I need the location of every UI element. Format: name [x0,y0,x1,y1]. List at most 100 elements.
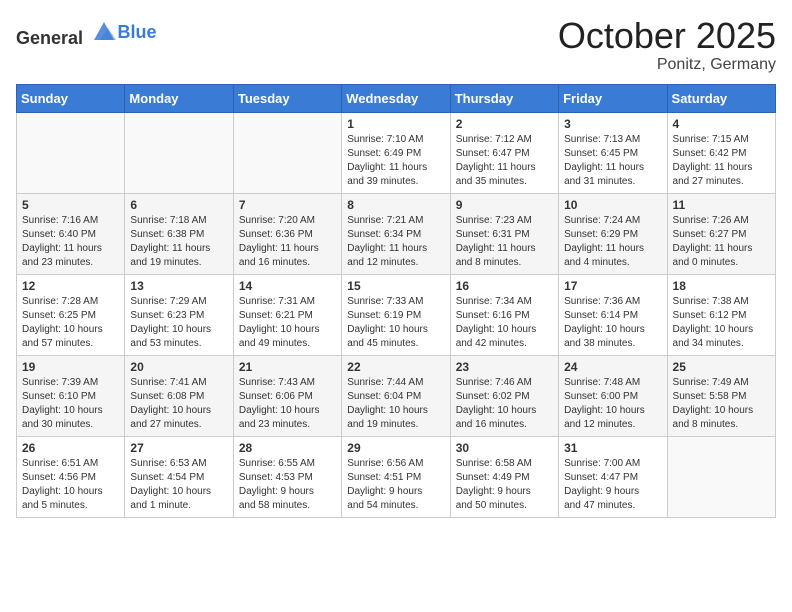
calendar-day-16: 16 Sunrise: 7:34 AM Sunset: 6:16 PM Dayli… [450,274,558,355]
day-number: 27 [130,441,227,455]
calendar-day-23: 23 Sunrise: 7:46 AM Sunset: 6:02 PM Dayli… [450,355,558,436]
day-number: 20 [130,360,227,374]
day-info: Sunrise: 7:36 AM Sunset: 6:14 PM Dayligh… [564,295,661,351]
month-title: October 2025 [558,16,776,56]
calendar-day-5: 5 Sunrise: 7:16 AM Sunset: 6:40 PM Daylig… [17,193,125,274]
logo-general: General [16,28,83,48]
calendar-day-30: 30 Sunrise: 6:58 AM Sunset: 4:49 PM Dayli… [450,436,558,517]
day-number: 7 [239,198,336,212]
weekday-header-wednesday: Wednesday [342,84,450,112]
day-number: 5 [22,198,119,212]
day-number: 17 [564,279,661,293]
calendar-day-24: 24 Sunrise: 7:48 AM Sunset: 6:00 PM Dayli… [559,355,667,436]
day-info: Sunrise: 7:28 AM Sunset: 6:25 PM Dayligh… [22,295,119,351]
calendar-day-11: 11 Sunrise: 7:26 AM Sunset: 6:27 PM Dayli… [667,193,775,274]
calendar-week-row: 12 Sunrise: 7:28 AM Sunset: 6:25 PM Dayli… [17,274,776,355]
weekday-header-row: SundayMondayTuesdayWednesdayThursdayFrid… [17,84,776,112]
calendar-day-10: 10 Sunrise: 7:24 AM Sunset: 6:29 PM Dayli… [559,193,667,274]
calendar-day-17: 17 Sunrise: 7:36 AM Sunset: 6:14 PM Dayli… [559,274,667,355]
day-info: Sunrise: 7:10 AM Sunset: 6:49 PM Dayligh… [347,133,444,189]
weekday-header-monday: Monday [125,84,233,112]
day-info: Sunrise: 6:51 AM Sunset: 4:56 PM Dayligh… [22,457,119,513]
day-info: Sunrise: 7:39 AM Sunset: 6:10 PM Dayligh… [22,376,119,432]
calendar-day-15: 15 Sunrise: 7:33 AM Sunset: 6:19 PM Dayli… [342,274,450,355]
day-info: Sunrise: 7:29 AM Sunset: 6:23 PM Dayligh… [130,295,227,351]
day-info: Sunrise: 7:23 AM Sunset: 6:31 PM Dayligh… [456,214,553,270]
calendar-day-6: 6 Sunrise: 7:18 AM Sunset: 6:38 PM Daylig… [125,193,233,274]
calendar-day-31: 31 Sunrise: 7:00 AM Sunset: 4:47 PM Dayli… [559,436,667,517]
day-number: 24 [564,360,661,374]
day-info: Sunrise: 7:48 AM Sunset: 6:00 PM Dayligh… [564,376,661,432]
day-number: 1 [347,117,444,131]
day-number: 15 [347,279,444,293]
calendar-day-9: 9 Sunrise: 7:23 AM Sunset: 6:31 PM Daylig… [450,193,558,274]
calendar-day-4: 4Sunrise: 7:15 AM Sunset: 6:42 PM Daylig… [667,112,775,193]
day-info: Sunrise: 7:15 AM Sunset: 6:42 PM Dayligh… [673,133,770,189]
day-info: Sunrise: 7:18 AM Sunset: 6:38 PM Dayligh… [130,214,227,270]
calendar-day-27: 27 Sunrise: 6:53 AM Sunset: 4:54 PM Dayli… [125,436,233,517]
day-number: 12 [22,279,119,293]
calendar-day-13: 13Sunrise: 7:29 AM Sunset: 6:23 PM Dayli… [125,274,233,355]
day-info: Sunrise: 7:38 AM Sunset: 6:12 PM Dayligh… [673,295,770,351]
day-info: Sunrise: 7:13 AM Sunset: 6:45 PM Dayligh… [564,133,661,189]
calendar-day-14: 14Sunrise: 7:31 AM Sunset: 6:21 PM Dayli… [233,274,341,355]
day-number: 30 [456,441,553,455]
day-info: Sunrise: 7:00 AM Sunset: 4:47 PM Dayligh… [564,457,661,513]
calendar-day-3: 3 Sunrise: 7:13 AM Sunset: 6:45 PM Daylig… [559,112,667,193]
calendar-empty-cell [233,112,341,193]
calendar-day-18: 18 Sunrise: 7:38 AM Sunset: 6:12 PM Dayli… [667,274,775,355]
day-number: 11 [673,198,770,212]
logo: General Blue [16,16,157,49]
calendar-day-22: 22 Sunrise: 7:44 AM Sunset: 6:04 PM Dayli… [342,355,450,436]
day-info: Sunrise: 7:24 AM Sunset: 6:29 PM Dayligh… [564,214,661,270]
day-number: 21 [239,360,336,374]
day-info: Sunrise: 7:26 AM Sunset: 6:27 PM Dayligh… [673,214,770,270]
day-info: Sunrise: 7:21 AM Sunset: 6:34 PM Dayligh… [347,214,444,270]
day-info: Sunrise: 7:33 AM Sunset: 6:19 PM Dayligh… [347,295,444,351]
day-number: 19 [22,360,119,374]
location-title: Ponitz, Germany [558,56,776,74]
day-info: Sunrise: 7:44 AM Sunset: 6:04 PM Dayligh… [347,376,444,432]
day-number: 25 [673,360,770,374]
calendar-day-28: 28Sunrise: 6:55 AM Sunset: 4:53 PM Dayli… [233,436,341,517]
calendar-day-20: 20 Sunrise: 7:41 AM Sunset: 6:08 PM Dayli… [125,355,233,436]
day-number: 9 [456,198,553,212]
logo-icon [90,16,118,44]
calendar-day-8: 8 Sunrise: 7:21 AM Sunset: 6:34 PM Daylig… [342,193,450,274]
day-number: 29 [347,441,444,455]
day-info: Sunrise: 7:49 AM Sunset: 5:58 PM Dayligh… [673,376,770,432]
calendar-day-26: 26 Sunrise: 6:51 AM Sunset: 4:56 PM Dayli… [17,436,125,517]
day-number: 22 [347,360,444,374]
day-info: Sunrise: 6:53 AM Sunset: 4:54 PM Dayligh… [130,457,227,513]
weekday-header-thursday: Thursday [450,84,558,112]
calendar-day-12: 12 Sunrise: 7:28 AM Sunset: 6:25 PM Dayli… [17,274,125,355]
weekday-header-saturday: Saturday [667,84,775,112]
day-number: 6 [130,198,227,212]
title-block: October 2025 Ponitz, Germany [558,16,776,74]
day-number: 28 [239,441,336,455]
day-number: 10 [564,198,661,212]
day-number: 18 [673,279,770,293]
day-number: 31 [564,441,661,455]
calendar-week-row: 5 Sunrise: 7:16 AM Sunset: 6:40 PM Daylig… [17,193,776,274]
day-info: Sunrise: 7:12 AM Sunset: 6:47 PM Dayligh… [456,133,553,189]
day-info: Sunrise: 7:46 AM Sunset: 6:02 PM Dayligh… [456,376,553,432]
day-number: 3 [564,117,661,131]
weekday-header-sunday: Sunday [17,84,125,112]
day-number: 8 [347,198,444,212]
calendar-week-row: 26 Sunrise: 6:51 AM Sunset: 4:56 PM Dayli… [17,436,776,517]
day-info: Sunrise: 6:58 AM Sunset: 4:49 PM Dayligh… [456,457,553,513]
calendar-week-row: 1 Sunrise: 7:10 AM Sunset: 6:49 PM Daylig… [17,112,776,193]
calendar-table: SundayMondayTuesdayWednesdayThursdayFrid… [16,84,776,518]
calendar-day-19: 19 Sunrise: 7:39 AM Sunset: 6:10 PM Dayli… [17,355,125,436]
calendar-day-21: 21Sunrise: 7:43 AM Sunset: 6:06 PM Dayli… [233,355,341,436]
day-info: Sunrise: 7:34 AM Sunset: 6:16 PM Dayligh… [456,295,553,351]
day-number: 23 [456,360,553,374]
day-info: Sunrise: 7:16 AM Sunset: 6:40 PM Dayligh… [22,214,119,270]
calendar-empty-cell [125,112,233,193]
calendar-empty-cell [17,112,125,193]
day-number: 16 [456,279,553,293]
weekday-header-friday: Friday [559,84,667,112]
day-number: 26 [22,441,119,455]
day-info: Sunrise: 7:41 AM Sunset: 6:08 PM Dayligh… [130,376,227,432]
